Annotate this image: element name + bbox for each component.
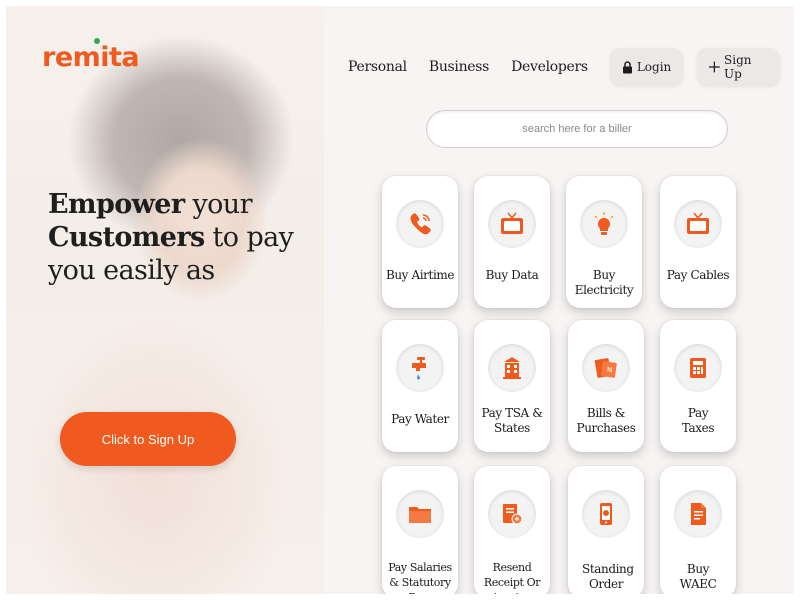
service-card-bills-purchases[interactable]: N Bills & Purchases bbox=[568, 320, 644, 452]
tap-icon bbox=[412, 357, 426, 380]
biller-search-input[interactable] bbox=[426, 110, 728, 148]
hero-image bbox=[6, 6, 324, 594]
service-label: Pay Cables bbox=[666, 268, 730, 282]
service-card-pay-tsa-states[interactable]: Pay TSA & States bbox=[474, 320, 550, 452]
lock-icon bbox=[622, 60, 632, 73]
nav-business[interactable]: Business bbox=[429, 59, 490, 75]
service-label: Bills & Purchases bbox=[576, 406, 636, 435]
svg-text:N: N bbox=[607, 366, 612, 374]
nav-developers[interactable]: Developers bbox=[511, 59, 588, 75]
cta-signup-button[interactable]: Click to Sign Up bbox=[60, 412, 236, 466]
login-button[interactable]: Login bbox=[609, 48, 684, 86]
service-card-pay-salaries[interactable]: Pay Salaries & Statutory Pay.. bbox=[382, 466, 458, 594]
folder-icon bbox=[409, 507, 431, 523]
service-card-buy-waec[interactable]: Buy WAEC bbox=[660, 466, 736, 594]
service-card-pay-cables[interactable]: Pay Cables bbox=[660, 176, 736, 308]
service-card-buy-airtime[interactable]: Buy Airtime bbox=[382, 176, 458, 308]
service-label: Resend Receipt Or invoice bbox=[483, 561, 541, 594]
page-frame: remita Empower your Customers to pay you… bbox=[6, 6, 794, 594]
phone-icon bbox=[410, 213, 431, 235]
service-label: Pay Taxes bbox=[681, 406, 715, 435]
service-card-pay-water[interactable]: Pay Water bbox=[382, 320, 458, 452]
plus-icon bbox=[709, 61, 721, 73]
document-icon bbox=[691, 503, 706, 525]
service-card-buy-data[interactable]: Buy Data bbox=[474, 176, 550, 308]
service-label: Buy Electricity bbox=[574, 268, 634, 297]
service-label: Buy Airtime bbox=[385, 268, 455, 282]
service-label: Standing Order bbox=[582, 562, 634, 591]
building-icon bbox=[503, 357, 521, 379]
headline-line-1: Empower your bbox=[48, 189, 252, 220]
bill-icon: N bbox=[594, 358, 617, 378]
service-card-pay-taxes[interactable]: Pay Taxes bbox=[660, 320, 736, 452]
headline-line-3: you easily as bbox=[48, 255, 215, 286]
bulb-icon bbox=[594, 212, 614, 235]
logo-dot bbox=[94, 38, 100, 44]
service-card-standing-order[interactable]: Standing Order bbox=[568, 466, 644, 594]
signup-button[interactable]: Sign Up bbox=[697, 48, 780, 86]
login-label: Login bbox=[636, 60, 672, 74]
top-nav: Personal Business Developers Login Sign … bbox=[348, 48, 794, 86]
service-card-resend-receipt[interactable]: Resend Receipt Or invoice bbox=[474, 466, 550, 594]
receipt-icon bbox=[503, 504, 523, 525]
hero-headline: Empower your Customers to pay you easily… bbox=[48, 188, 294, 287]
service-label: Buy WAEC bbox=[679, 562, 717, 591]
service-label: Pay Water bbox=[391, 412, 449, 426]
tax-icon bbox=[690, 358, 706, 378]
tv-icon bbox=[501, 212, 523, 234]
service-label: Pay TSA & States bbox=[481, 406, 543, 435]
service-card-buy-electricity[interactable]: Buy Electricity bbox=[566, 176, 642, 308]
signup-label: Sign Up bbox=[724, 53, 752, 81]
nav-personal[interactable]: Personal bbox=[348, 59, 407, 75]
service-label: Buy Data bbox=[485, 268, 539, 282]
remita-logo[interactable]: remita bbox=[42, 38, 140, 73]
service-label: Pay Salaries & Statutory Pay.. bbox=[388, 561, 452, 594]
logo-text: remita bbox=[42, 42, 140, 73]
tv-icon bbox=[687, 212, 709, 234]
mobile-icon bbox=[600, 503, 612, 525]
headline-line-2: Customers to pay bbox=[48, 222, 294, 253]
